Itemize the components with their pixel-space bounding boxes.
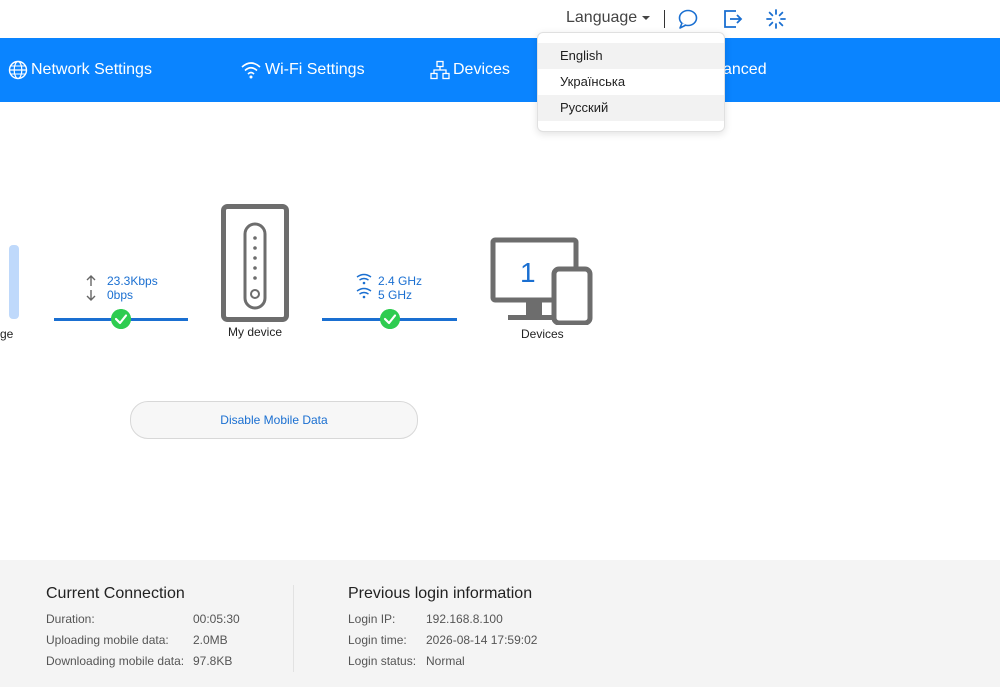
login-time-value: 2026-08-14 17:59:02 bbox=[426, 633, 538, 647]
wifi-band-24ghz: 2.4 GHz bbox=[378, 274, 423, 288]
upload-data-label: Uploading mobile data: bbox=[46, 633, 169, 647]
devices-label: Devices bbox=[521, 327, 564, 341]
nav-wifi-settings[interactable]: Wi-Fi Settings bbox=[240, 38, 365, 102]
nav-devices[interactable]: Devices bbox=[430, 38, 510, 102]
footer-divider bbox=[293, 585, 294, 672]
caret-down-icon bbox=[642, 15, 651, 20]
globe-icon bbox=[8, 60, 28, 80]
nav-network-settings[interactable]: Network Settings bbox=[8, 38, 152, 102]
language-selector[interactable]: Language bbox=[566, 9, 651, 27]
signal-bar bbox=[9, 245, 19, 319]
devices-icon[interactable]: 1 bbox=[490, 237, 593, 325]
monitor-phone-icon bbox=[490, 237, 593, 325]
upload-data-value: 2.0MB bbox=[193, 633, 228, 647]
wifi-band-5ghz: 5 GHz bbox=[378, 288, 413, 302]
logout-icon[interactable] bbox=[722, 8, 744, 30]
divider bbox=[664, 10, 665, 28]
check-icon bbox=[380, 309, 400, 329]
login-ip-value: 192.168.8.100 bbox=[426, 612, 503, 626]
language-option-ukrainian[interactable]: Українська bbox=[538, 69, 724, 95]
current-connection-title: Current Connection bbox=[46, 585, 185, 602]
devices-count: 1 bbox=[520, 257, 536, 288]
download-data-label: Downloading mobile data: bbox=[46, 654, 185, 668]
login-status-label: Login status: bbox=[348, 654, 417, 668]
upload-speed: 23.3Kbps bbox=[107, 274, 158, 288]
network-icon bbox=[430, 60, 450, 80]
download-data-value: 97.8KB bbox=[193, 654, 233, 668]
nav-label: Devices bbox=[453, 61, 510, 78]
top-bar: Language bbox=[0, 0, 1000, 38]
main-nav: Network Settings Wi-Fi Settings Devices … bbox=[0, 38, 1000, 102]
login-time-label: Login time: bbox=[348, 633, 407, 647]
download-speed: 0bps bbox=[107, 288, 134, 302]
footer-info: Current Connection Duration: 00:05:30 Up… bbox=[0, 560, 1000, 687]
language-option-english[interactable]: English bbox=[538, 43, 724, 69]
language-option-russian[interactable]: Русский bbox=[538, 95, 724, 121]
duration-value: 00:05:30 bbox=[193, 612, 240, 626]
language-dropdown: English Українська Русский bbox=[537, 32, 725, 132]
duration-label: Duration: bbox=[46, 612, 95, 626]
nav-label: Network Settings bbox=[31, 61, 152, 78]
router-label: My device bbox=[228, 325, 283, 339]
check-icon bbox=[111, 309, 131, 329]
message-icon[interactable] bbox=[677, 8, 699, 30]
nav-advanced[interactable]: anced bbox=[723, 38, 767, 102]
router-icon[interactable] bbox=[221, 204, 289, 322]
wifi-band-icon bbox=[356, 273, 372, 299]
previous-login-title: Previous login information bbox=[348, 585, 533, 602]
nav-label: anced bbox=[723, 61, 767, 78]
login-status-value: Normal bbox=[426, 654, 465, 668]
login-ip-label: Login IP: bbox=[348, 612, 396, 626]
loading-icon[interactable] bbox=[765, 8, 787, 30]
wifi-icon bbox=[241, 62, 261, 79]
language-label: Language bbox=[566, 9, 638, 26]
nav-label: Wi-Fi Settings bbox=[265, 61, 365, 78]
disable-mobile-data-button[interactable]: Disable Mobile Data bbox=[130, 401, 418, 439]
mobile-status-label: ge bbox=[0, 327, 14, 341]
upload-download-icon bbox=[86, 275, 96, 301]
